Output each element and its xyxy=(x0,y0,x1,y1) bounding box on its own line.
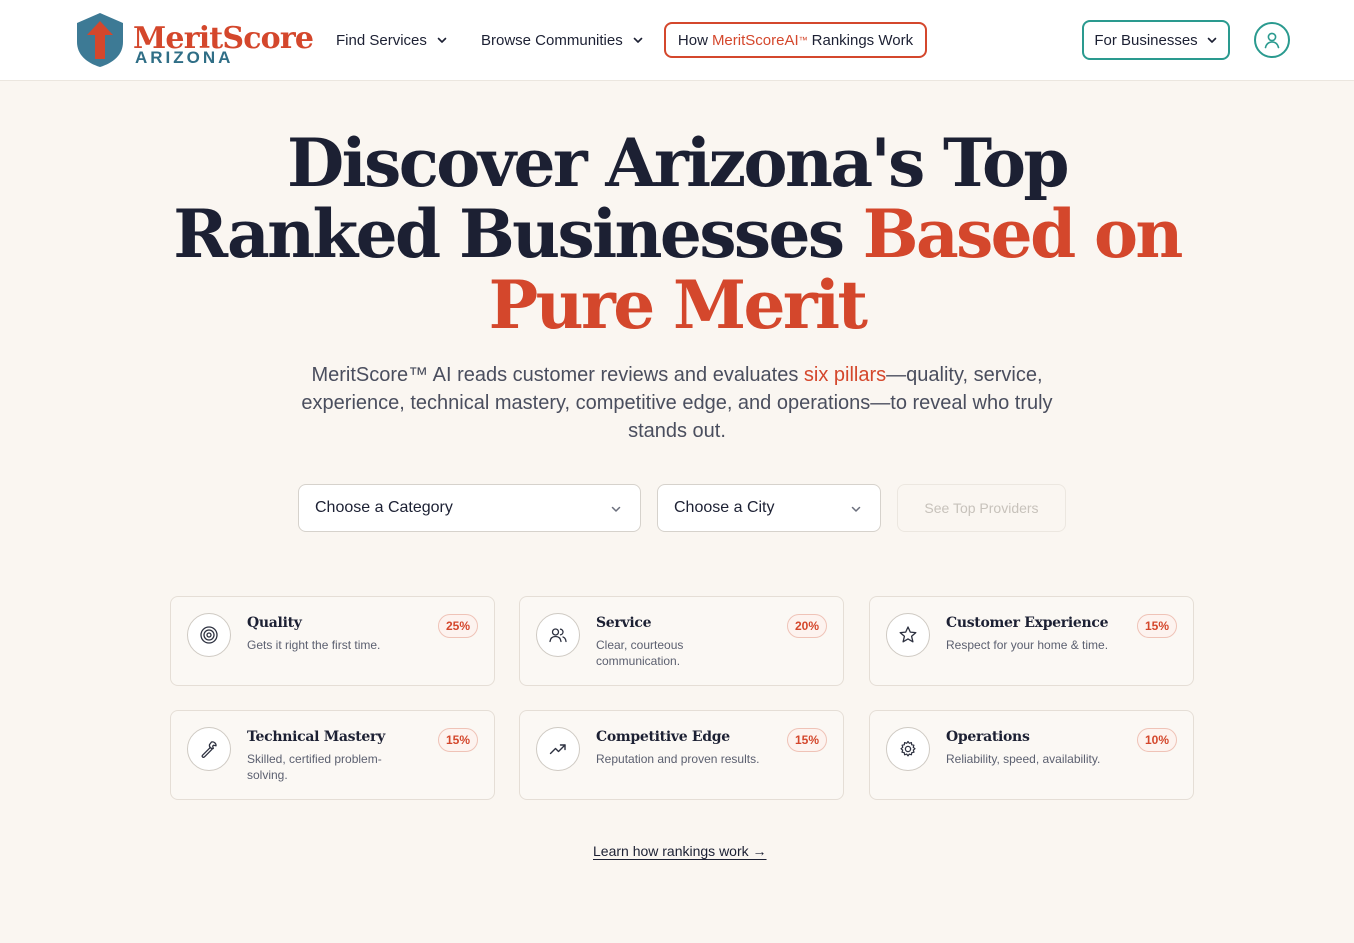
pillar-weight-badge: 10% xyxy=(1136,728,1177,752)
hero-subtitle-before: MeritScore™ AI reads customer reviews an… xyxy=(311,364,799,386)
wrench-icon xyxy=(187,727,231,771)
hero-title-line-2: Ranked Businesses Based on xyxy=(0,199,1354,270)
pillar-title: Technical Mastery xyxy=(247,729,385,745)
learn-how-rankings-work-link[interactable]: Learn how rankings work → xyxy=(593,843,767,859)
pillar-title: Customer Experience xyxy=(946,615,1109,631)
pillar-card-operations: Operations Reliability, speed, availabil… xyxy=(869,710,1194,800)
pillar-description: Reputation and proven results. xyxy=(596,752,760,766)
hero-title-line-1: Discover Arizona's Top xyxy=(287,124,1070,202)
pillar-card-customer-experience: Customer Experience Respect for your hom… xyxy=(869,596,1194,686)
hero-subtitle-accent: six pillars xyxy=(803,364,887,386)
hero-subtitle: MeritScore™ AI reads customer reviews an… xyxy=(300,361,1054,445)
pillar-description: Clear, courteous communication. xyxy=(596,638,684,668)
nav-how-suffix: Rankings Work xyxy=(811,31,914,49)
shield-arrow-logo-icon xyxy=(77,13,123,67)
trending-up-icon xyxy=(536,727,580,771)
pillar-title: Competitive Edge xyxy=(596,729,730,745)
site-header: MeritScore ARIZONA Find Services Browse … xyxy=(0,0,1354,81)
pillar-weight-badge: 25% xyxy=(437,614,478,638)
hero-title-line-2-accent: Based on xyxy=(862,195,1184,273)
city-select[interactable]: Choose a City xyxy=(657,484,881,532)
pillar-card-service: Service Clear, courteous communication. … xyxy=(519,596,844,686)
city-select-value: Choose a City xyxy=(674,499,775,516)
nav-how-prefix: How xyxy=(677,31,708,49)
gear-icon xyxy=(886,727,930,771)
see-top-providers-button[interactable]: See Top Providers xyxy=(897,484,1066,532)
users-icon xyxy=(536,613,580,657)
chevron-down-icon xyxy=(611,506,621,512)
nav-browse-communities-label: Browse Communities xyxy=(481,31,623,49)
nav-find-services-label: Find Services xyxy=(336,31,427,49)
category-select-value: Choose a Category xyxy=(315,499,453,516)
pillar-weight-badge: 15% xyxy=(786,728,827,752)
target-icon xyxy=(187,613,231,657)
for-businesses-label: For Businesses xyxy=(1094,31,1198,49)
nav-how-trademark: ™ xyxy=(798,35,808,45)
chevron-down-icon xyxy=(851,506,861,512)
nav-browse-communities[interactable]: Browse Communities xyxy=(481,22,644,58)
nav-how-rankings-work[interactable]: How MeritScoreAI ™ Rankings Work xyxy=(664,22,927,58)
star-icon xyxy=(886,613,930,657)
pillar-card-technical-mastery: Technical Mastery Skilled, certified pro… xyxy=(170,710,495,800)
brand-logo[interactable]: MeritScore ARIZONA xyxy=(75,12,314,68)
chevron-down-icon xyxy=(633,37,643,43)
pillar-title: Operations xyxy=(946,729,1030,745)
pillar-weight-badge: 15% xyxy=(1136,614,1177,638)
category-select[interactable]: Choose a Category xyxy=(298,484,641,532)
hero-title-line-2-dark: Ranked Businesses xyxy=(173,195,845,273)
brand-subtitle: ARIZONA xyxy=(135,48,234,67)
pillar-description: Skilled, certified problem-solving. xyxy=(247,752,382,782)
pillar-description: Gets it right the first time. xyxy=(247,638,381,652)
chevron-down-icon xyxy=(1207,37,1216,43)
pillar-title: Service xyxy=(596,615,652,631)
hero-title-line-3: Pure Merit xyxy=(488,266,868,344)
chevron-down-icon xyxy=(437,37,447,43)
hero-title: Discover Arizona's Top Ranked Businesses… xyxy=(0,128,1354,341)
account-button[interactable] xyxy=(1254,22,1290,58)
pillar-card-competitive-edge: Competitive Edge Reputation and proven r… xyxy=(519,710,844,800)
pillar-description: Reliability, speed, availability. xyxy=(946,752,1101,766)
nav-find-services[interactable]: Find Services xyxy=(336,22,448,58)
for-businesses-button[interactable]: For Businesses xyxy=(1082,20,1230,60)
pillar-description: Respect for your home & time. xyxy=(946,638,1109,652)
user-icon xyxy=(1264,32,1280,49)
pillar-weight-badge: 15% xyxy=(437,728,478,752)
pillar-title: Quality xyxy=(247,615,302,631)
nav-how-brand: MeritScoreAI xyxy=(711,31,799,49)
pillar-weight-badge: 20% xyxy=(786,614,827,638)
pillar-card-quality: Quality Gets it right the first time. 25… xyxy=(170,596,495,686)
